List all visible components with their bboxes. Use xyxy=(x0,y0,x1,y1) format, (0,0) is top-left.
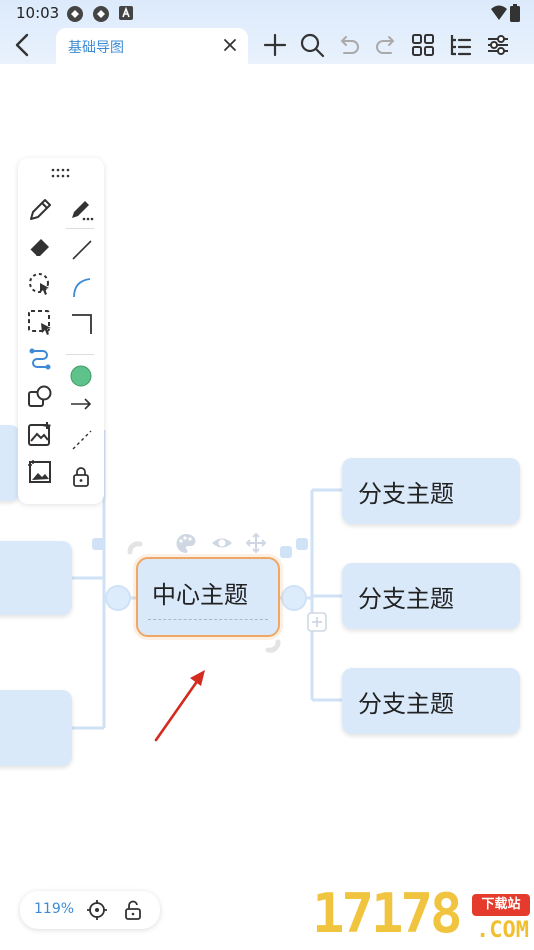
drag-handle-icon[interactable] xyxy=(51,168,71,178)
branch-node[interactable]: 分支主题 xyxy=(342,563,520,629)
toolbar-divider xyxy=(66,354,94,355)
branch-node-left[interactable] xyxy=(0,425,20,501)
branch-node-left[interactable] xyxy=(0,690,72,766)
branch-node[interactable]: 分支主题 xyxy=(342,458,520,524)
move-icon[interactable] xyxy=(245,532,267,554)
box-select-icon[interactable] xyxy=(26,308,54,336)
watermark-domain: .COM xyxy=(476,918,529,943)
eye-icon[interactable] xyxy=(210,534,234,552)
watermark-number: 17178 xyxy=(312,882,463,945)
center-topic-label: 中心主题 xyxy=(152,581,248,609)
branch-label: 分支主题 xyxy=(358,690,454,718)
branch-label: 分支主题 xyxy=(358,585,454,613)
pen-style-icon[interactable] xyxy=(68,196,96,224)
elbow-line-icon[interactable] xyxy=(68,310,96,338)
color-swatch-icon[interactable] xyxy=(68,362,96,390)
watermark-logo: 17178 下载站 .COM xyxy=(308,882,532,950)
zoom-level[interactable]: 119% xyxy=(34,901,74,917)
add-subtopic-icon[interactable] xyxy=(307,612,327,632)
locate-center-icon[interactable] xyxy=(86,899,108,921)
center-note-line xyxy=(148,619,268,620)
zoom-bar: 119% xyxy=(20,891,160,929)
drawing-toolbar xyxy=(18,158,104,504)
palette-icon[interactable] xyxy=(174,532,198,554)
insert-image-icon[interactable] xyxy=(26,420,54,448)
pencil-icon[interactable] xyxy=(26,196,54,224)
curve-icon[interactable] xyxy=(68,273,96,301)
center-topic-node[interactable]: 中心主题 xyxy=(136,557,280,637)
arrow-icon[interactable] xyxy=(68,390,96,418)
lasso-select-icon[interactable] xyxy=(26,270,54,298)
branch-node-left[interactable] xyxy=(0,541,72,615)
toolbar-divider xyxy=(66,228,94,229)
branch-node[interactable]: 分支主题 xyxy=(342,668,520,734)
branch-label: 分支主题 xyxy=(358,480,454,508)
connector-icon[interactable] xyxy=(26,345,54,373)
line-icon[interactable] xyxy=(68,236,96,264)
dashed-line-icon[interactable] xyxy=(68,426,96,454)
unlock-icon[interactable] xyxy=(122,899,144,921)
eraser-icon[interactable] xyxy=(26,233,54,261)
lock-icon[interactable] xyxy=(68,463,96,491)
shape-icon[interactable] xyxy=(26,383,54,411)
image-icon[interactable] xyxy=(26,458,54,486)
watermark-badge: 下载站 xyxy=(472,894,530,916)
